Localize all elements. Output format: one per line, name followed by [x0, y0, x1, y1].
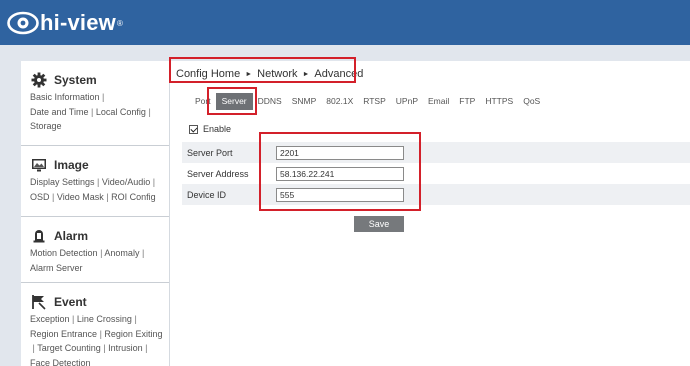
eye-logo-icon [7, 10, 39, 36]
save-button[interactable]: Save [354, 216, 404, 232]
form-row-device-id: Device ID [182, 184, 690, 205]
server-address-label: Server Address [187, 168, 249, 179]
enable-label: Enable [203, 124, 232, 134]
gear-icon [30, 71, 48, 89]
sidebar-link-video-mask[interactable]: Video Mask [57, 192, 104, 202]
tab-ddns[interactable]: DDNS [253, 93, 287, 110]
sidebar-title-event: Event [54, 295, 87, 309]
breadcrumb: Config Home ► Network ► Advanced [176, 68, 363, 80]
brand-logo: hi-view ® [7, 8, 123, 38]
bell-icon [30, 227, 48, 245]
sidebar-heading-system[interactable]: System [30, 71, 169, 89]
tab-server[interactable]: Server [215, 93, 253, 110]
sidebar-heading-event[interactable]: Event [30, 293, 169, 311]
sidebar-links-system: Basic Information | Date and Time | Loca… [30, 92, 151, 132]
sidebar-heading-image[interactable]: Image [30, 156, 169, 174]
server-port-input[interactable] [276, 145, 404, 160]
device-id-label: Device ID [187, 189, 227, 200]
tab-email[interactable]: Email [423, 93, 454, 110]
sidebar-link-intrusion[interactable]: Intrusion [108, 343, 143, 353]
sidebar-links-alarm: Motion Detection | Anomaly | Alarm Serve… [30, 248, 145, 273]
sidebar-link-face-detection[interactable]: Face Detection [30, 358, 91, 366]
sidebar-section-alarm: Alarm Motion Detection | Anomaly | Alarm… [21, 217, 169, 283]
sidebar-link-target-counting[interactable]: Target Counting [37, 343, 101, 353]
breadcrumb-config-home[interactable]: Config Home [176, 68, 240, 80]
device-id-input[interactable] [276, 187, 404, 202]
sidebar-link-basic-information[interactable]: Basic Information [30, 92, 100, 102]
sidebar-link-alarm-server[interactable]: Alarm Server [30, 263, 83, 273]
sidebar-link-motion-detection[interactable]: Motion Detection [30, 248, 98, 258]
form-row-server-address: Server Address [182, 163, 690, 184]
breadcrumb-arrow-icon: ► [245, 70, 253, 78]
tab-802-1x[interactable]: 802.1X [321, 93, 358, 110]
sidebar-link-storage[interactable]: Storage [30, 121, 62, 131]
monitor-icon [30, 156, 48, 174]
sidebar-link-display-settings[interactable]: Display Settings [30, 177, 95, 187]
registered-mark: ® [116, 18, 123, 28]
sidebar-link-exception[interactable]: Exception [30, 314, 70, 324]
sidebar-link-anomaly[interactable]: Anomaly [104, 248, 139, 258]
tab-upnp[interactable]: UPnP [391, 93, 423, 110]
tab-bar: Port Server DDNS SNMP 802.1X RTSP UPnP E… [190, 93, 545, 110]
tab-qos[interactable]: QoS [518, 93, 545, 110]
tab-snmp[interactable]: SNMP [287, 93, 322, 110]
sidebar-title-image: Image [54, 158, 89, 172]
enable-checkbox[interactable] [189, 124, 198, 134]
breadcrumb-network[interactable]: Network [257, 68, 297, 80]
brand-name: hi-view [40, 10, 116, 35]
sidebar-section-system: System Basic Information | Date and Time… [21, 61, 169, 146]
server-port-label: Server Port [187, 147, 233, 158]
tab-port[interactable]: Port [190, 93, 216, 110]
sidebar-link-date-and-time[interactable]: Date and Time [30, 107, 89, 117]
sidebar-section-image: Image Display Settings | Video/Audio | O… [21, 146, 169, 217]
sidebar-links-event: Exception | Line Crossing | Region Entra… [30, 314, 163, 366]
sidebar-heading-alarm[interactable]: Alarm [30, 227, 169, 245]
sidebar-link-local-config[interactable]: Local Config [96, 107, 146, 117]
tab-rtsp[interactable]: RTSP [358, 93, 391, 110]
sidebar-link-region-exiting[interactable]: Region Exiting [104, 329, 162, 339]
enable-row: Enable [189, 124, 231, 134]
main-panel: Config Home ► Network ► Advanced Port Se… [170, 61, 690, 366]
breadcrumb-arrow-icon: ► [302, 70, 310, 78]
sidebar-section-event: Event Exception | Line Crossing | Region… [21, 283, 169, 366]
sidebar-link-roi-config[interactable]: ROI Config [111, 192, 156, 202]
sidebar: System Basic Information | Date and Time… [21, 61, 170, 366]
tab-https[interactable]: HTTPS [480, 93, 518, 110]
sidebar-link-region-entrance[interactable]: Region Entrance [30, 329, 97, 339]
form-row-server-port: Server Port [182, 142, 690, 163]
sidebar-links-image: Display Settings | Video/Audio | OSD | V… [30, 177, 156, 202]
event-icon [30, 293, 48, 311]
tab-ftp[interactable]: FTP [454, 93, 480, 110]
server-address-input[interactable] [276, 166, 404, 181]
sidebar-link-line-crossing[interactable]: Line Crossing [77, 314, 132, 324]
sidebar-link-video-audio[interactable]: Video/Audio [102, 177, 150, 187]
top-header-bar: hi-view ® [0, 0, 690, 45]
sidebar-title-alarm: Alarm [54, 229, 89, 243]
breadcrumb-advanced: Advanced [314, 68, 364, 80]
sidebar-title-system: System [54, 73, 97, 87]
sidebar-link-osd[interactable]: OSD [30, 192, 50, 202]
